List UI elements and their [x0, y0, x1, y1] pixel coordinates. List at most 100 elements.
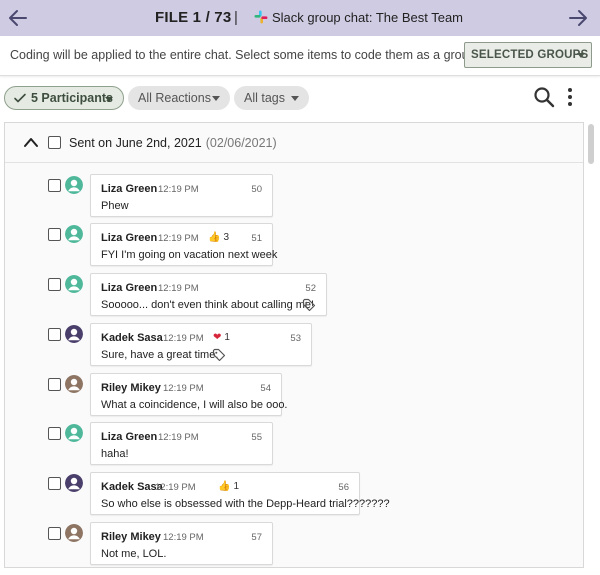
coding-info-bar: Coding will be applied to the entire cha…	[0, 36, 600, 76]
message-select-checkbox[interactable]	[48, 427, 61, 440]
top-bar: FILE 1 / 73 | Slack group chat: The Best…	[0, 0, 600, 36]
avatar-icon	[65, 176, 83, 194]
avatar-icon	[65, 524, 83, 542]
group-sent-text: Sent on June 2nd, 2021	[69, 136, 202, 150]
chat-title: Slack group chat: The Best Team	[272, 10, 464, 25]
message-text: haha!	[101, 448, 129, 460]
message-number: 53	[290, 333, 301, 344]
message-row: Kadek Sasa 12:19 PM 👍 1 56 So who else is obs…	[5, 472, 583, 518]
tag-icon[interactable]	[302, 298, 316, 312]
message-select-checkbox[interactable]	[48, 278, 61, 291]
message-bubble[interactable]: Riley Mikey 12:19 PM 54 What a coincidence,…	[90, 373, 288, 416]
file-counter: FILE 1 / 73	[155, 9, 232, 26]
message-time: 12:19 PM	[158, 233, 199, 244]
message-number: 50	[251, 184, 262, 195]
message-text: Phew	[101, 200, 129, 212]
reaction-badge[interactable]: ❤ 1	[213, 332, 230, 343]
message-group-panel: Sent on June 2nd, 2021 (02/06/2021) Liza …	[4, 122, 584, 568]
participants-filter-label: 5 Participants	[31, 91, 113, 105]
check-icon	[14, 93, 26, 103]
title-separator: |	[234, 9, 238, 26]
message-number: 57	[251, 532, 262, 543]
message-number: 51	[251, 233, 262, 244]
tag-icon[interactable]	[212, 348, 226, 362]
sender-name: Liza Green	[101, 183, 158, 195]
reaction-count: 1	[233, 481, 240, 492]
avatar-icon	[65, 275, 83, 293]
participants-filter-chip[interactable]: 5 Participants	[4, 86, 124, 110]
message-row: Liza Green 12:19 PM 55 haha!	[5, 422, 583, 468]
message-bubble[interactable]: Kadek Sasa 12:19 PM ❤ 1 53 Sure, have a great…	[90, 323, 312, 366]
sender-name: Riley Mikey	[101, 382, 161, 394]
avatar-icon	[65, 225, 83, 243]
message-time: 12:19 PM	[158, 283, 199, 294]
sender-name: Kadek Sasa	[101, 332, 163, 344]
reaction-emoji-icon: 👍	[218, 481, 231, 492]
participants-caret-icon	[105, 97, 113, 102]
message-select-checkbox[interactable]	[48, 527, 61, 540]
group-header: Sent on June 2nd, 2021 (02/06/2021)	[5, 123, 583, 163]
group-sent-label: Sent on June 2nd, 2021 (02/06/2021)	[69, 136, 277, 150]
coding-info-text: Coding will be applied to the entire cha…	[10, 48, 480, 62]
sender-name: Liza Green	[101, 431, 158, 443]
message-row: Riley Mikey 12:19 PM 57 Not me, LOL.	[5, 522, 583, 567]
tags-caret-icon	[291, 96, 299, 101]
group-sent-date: (02/06/2021)	[205, 136, 277, 150]
message-text: Sure, have a great time.	[101, 349, 219, 361]
reactions-filter-chip[interactable]: All Reactions	[128, 86, 230, 110]
message-time: 12:19 PM	[158, 432, 199, 443]
message-text: FYI I'm going on vacation next week	[101, 249, 278, 261]
message-select-checkbox[interactable]	[48, 477, 61, 490]
message-bubble[interactable]: Liza Green 12:19 PM 50 Phew	[90, 174, 273, 217]
search-icon[interactable]	[533, 86, 555, 108]
message-row: Liza Green 12:19 PM 52 Sooooo... don't even…	[5, 273, 583, 319]
message-select-checkbox[interactable]	[48, 378, 61, 391]
message-select-checkbox[interactable]	[48, 328, 61, 341]
reactions-caret-icon	[212, 96, 220, 101]
message-time: 12:19 PM	[158, 184, 199, 195]
message-bubble[interactable]: Riley Mikey 12:19 PM 57 Not me, LOL.	[90, 522, 273, 565]
message-row: Kadek Sasa 12:19 PM ❤ 1 53 Sure, have a great…	[5, 323, 583, 369]
avatar-icon	[65, 474, 83, 492]
message-text: So who else is obsessed with the Depp-He…	[101, 498, 390, 510]
group-select-checkbox[interactable]	[48, 136, 61, 149]
message-text: Not me, LOL.	[101, 548, 167, 560]
reaction-badge[interactable]: 👍 3	[208, 232, 229, 243]
sender-name: Riley Mikey	[101, 531, 161, 543]
message-select-checkbox[interactable]	[48, 179, 61, 192]
message-bubble[interactable]: Kadek Sasa 12:19 PM 👍 1 56 So who else is obs…	[90, 472, 390, 515]
message-bubble[interactable]: Liza Green 12:19 PM 55 haha!	[90, 422, 273, 465]
selected-groups-label: SELECTED GROUPS	[471, 49, 589, 61]
message-time: 12:19 PM	[163, 333, 204, 344]
selected-groups-caret-icon	[577, 53, 585, 58]
tags-filter-label: All tags	[244, 91, 285, 105]
sender-name: Liza Green	[101, 232, 158, 244]
reaction-count: 3	[223, 232, 230, 243]
reactions-filter-label: All Reactions	[138, 91, 211, 105]
message-number: 56	[338, 482, 349, 493]
selected-groups-button[interactable]: SELECTED GROUPS	[464, 42, 592, 68]
next-file-arrow-icon[interactable]	[566, 6, 590, 30]
message-number: 55	[251, 432, 262, 443]
message-row: Liza Green 12:19 PM 👍 3 51 FYI I'm going on v…	[5, 223, 583, 269]
message-number: 54	[260, 383, 271, 394]
message-row: Riley Mikey 12:19 PM 54 What a coincidence,…	[5, 373, 583, 419]
message-bubble[interactable]: Liza Green 12:19 PM 52 Sooooo... don't even…	[90, 273, 327, 316]
message-bubble[interactable]: Liza Green 12:19 PM 👍 3 51 FYI I'm going on v…	[90, 223, 277, 266]
more-options-icon[interactable]	[563, 86, 577, 108]
sender-name: Liza Green	[101, 282, 158, 294]
message-text: What a coincidence, I will also be ooo.	[101, 399, 288, 411]
tags-filter-chip[interactable]: All tags	[234, 86, 309, 110]
previous-file-arrow-icon[interactable]	[6, 6, 30, 30]
scrollbar-thumb[interactable]	[588, 124, 594, 164]
message-time: 12:19 PM	[163, 383, 204, 394]
message-time: 12:19 PM	[163, 532, 204, 543]
reaction-badge[interactable]: 👍 1	[218, 481, 239, 492]
message-time: 12:19 PM	[155, 482, 196, 493]
avatar-icon	[65, 325, 83, 343]
reaction-emoji-icon: 👍	[208, 232, 221, 243]
reaction-count: 1	[224, 332, 230, 343]
message-text: Sooooo... don't even think about calling…	[101, 299, 315, 311]
collapse-chevron-icon[interactable]	[23, 136, 39, 148]
message-select-checkbox[interactable]	[48, 228, 61, 241]
